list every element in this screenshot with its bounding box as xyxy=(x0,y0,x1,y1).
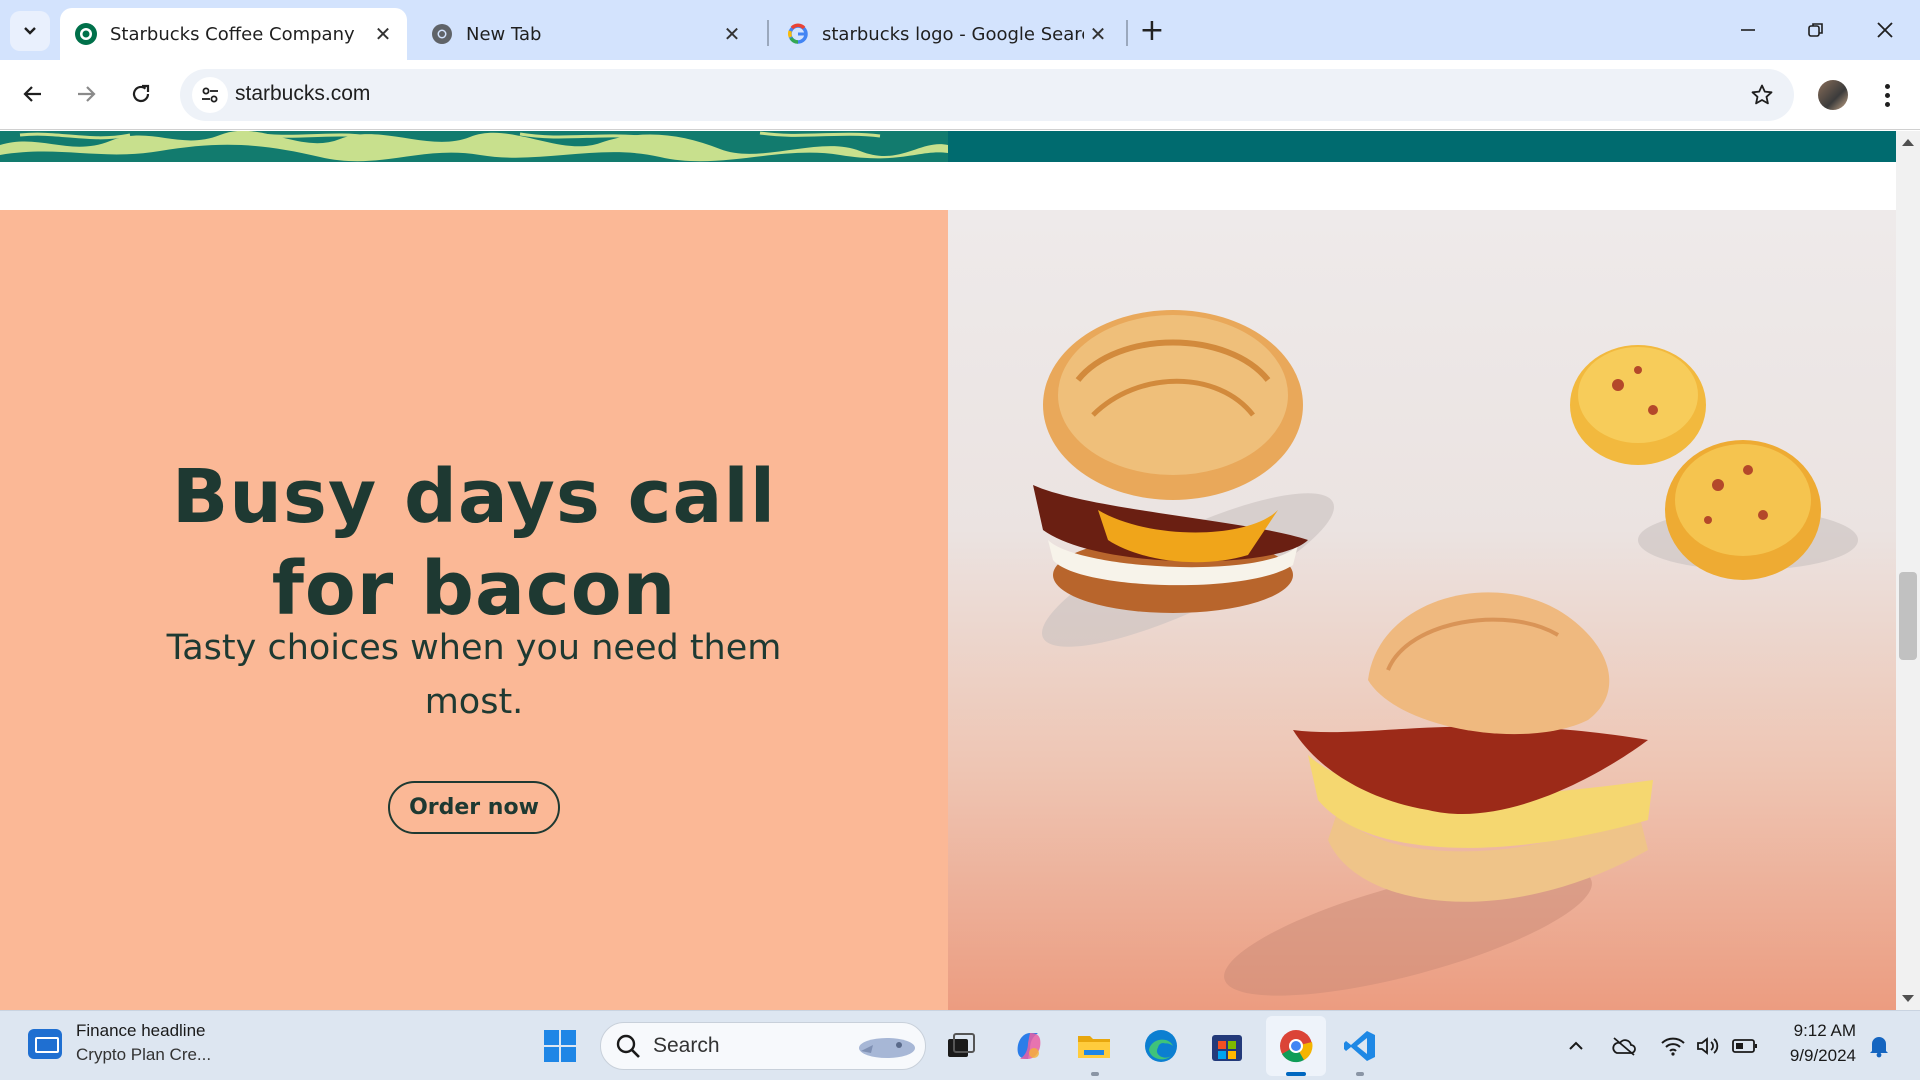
store-button[interactable] xyxy=(1208,1027,1246,1065)
windows-logo-icon xyxy=(544,1030,576,1062)
tab-separator xyxy=(767,20,769,46)
news-headline: Finance headline xyxy=(76,1021,206,1040)
running-indicator xyxy=(1091,1072,1099,1076)
clock-date: 9/9/2024 xyxy=(1789,1046,1856,1065)
taskbar-search-box[interactable]: Search xyxy=(600,1022,926,1070)
news-widget-icon xyxy=(28,1029,62,1059)
notifications-button[interactable] xyxy=(1866,1033,1892,1059)
hero-headline: Busy days call for bacon xyxy=(171,454,777,632)
restore-button[interactable] xyxy=(1796,10,1836,50)
profile-avatar[interactable] xyxy=(1818,80,1848,110)
order-now-button[interactable]: Order now xyxy=(388,781,560,834)
minimize-icon xyxy=(1741,29,1755,31)
scroll-down-arrow-icon[interactable] xyxy=(1902,995,1914,1002)
forward-button[interactable] xyxy=(66,74,106,114)
chevron-up-icon xyxy=(1569,1041,1583,1050)
copilot-icon xyxy=(1017,1033,1041,1059)
banner-pattern xyxy=(0,131,948,162)
breakfast-sandwiches-image xyxy=(1033,310,1858,996)
search-highlight-icon xyxy=(859,1038,915,1058)
google-g-icon xyxy=(786,22,810,46)
close-tab-icon[interactable]: ✕ xyxy=(369,20,397,48)
show-hidden-icons-button[interactable] xyxy=(1563,1033,1589,1059)
news-subheadline: Crypto Plan Cre... xyxy=(76,1045,212,1064)
tab-title: Starbucks Coffee Company xyxy=(110,23,355,45)
task-view-icon xyxy=(948,1033,975,1057)
hero-subtitle: Tasty choices when you need them most. xyxy=(166,628,782,722)
close-tab-icon[interactable]: ✕ xyxy=(1084,20,1112,48)
reload-button[interactable] xyxy=(121,74,161,114)
chrome-icon xyxy=(1280,1030,1313,1063)
search-icon xyxy=(616,1034,640,1058)
vscode-icon xyxy=(1344,1031,1375,1061)
speaker-icon xyxy=(1697,1037,1719,1055)
back-arrow-icon xyxy=(23,86,41,102)
star-icon xyxy=(1751,84,1773,105)
hero-image-panel xyxy=(948,210,1896,1010)
edge-button[interactable] xyxy=(1142,1027,1180,1065)
battery-button[interactable] xyxy=(1732,1033,1758,1059)
task-view-button[interactable] xyxy=(942,1027,980,1065)
forward-arrow-icon xyxy=(78,86,96,102)
scroll-thumb[interactable] xyxy=(1899,572,1917,660)
start-button[interactable] xyxy=(541,1027,579,1065)
tab-title: starbucks logo - Google Search xyxy=(822,23,1084,45)
page-scrollbar[interactable] xyxy=(1896,131,1920,1010)
tab-google-search[interactable]: starbucks logo - Google Search ✕ xyxy=(772,8,1122,60)
close-tab-icon[interactable]: ✕ xyxy=(718,20,746,48)
running-indicator xyxy=(1356,1072,1364,1076)
cloud-offline-icon xyxy=(1612,1037,1636,1056)
chrome-icon xyxy=(430,22,454,46)
page-viewport: Busy days call for bacon Tasty choices w… xyxy=(0,131,1896,1010)
close-window-button[interactable] xyxy=(1865,10,1905,50)
bacon-sandwich-1 xyxy=(1033,310,1308,613)
windows-taskbar: Finance headline Crypto Plan Cre... Sear… xyxy=(0,1010,1920,1080)
starbucks-siren-icon xyxy=(74,22,98,46)
bookmark-button[interactable] xyxy=(1746,79,1778,111)
tab-title: New Tab xyxy=(466,23,542,45)
back-button[interactable] xyxy=(13,74,53,114)
clock-time: 9:12 AM xyxy=(1793,1021,1856,1040)
file-explorer-button[interactable] xyxy=(1075,1027,1113,1065)
bell-icon xyxy=(1870,1037,1888,1058)
folder-icon xyxy=(1078,1036,1110,1058)
reload-icon xyxy=(132,84,150,103)
url-text[interactable]: starbucks.com xyxy=(235,82,370,106)
running-indicator-active xyxy=(1286,1072,1306,1076)
wifi-icon xyxy=(1661,1037,1685,1056)
store-icon xyxy=(1212,1035,1242,1061)
dot-icon xyxy=(1884,101,1890,107)
onedrive-button[interactable] xyxy=(1611,1033,1637,1059)
dot-icon xyxy=(1884,83,1890,89)
egg-bites xyxy=(1570,345,1821,580)
battery-icon xyxy=(1732,1039,1757,1053)
search-placeholder: Search xyxy=(653,1034,720,1057)
browser-menu-button[interactable] xyxy=(1870,78,1904,112)
dot-icon xyxy=(1884,92,1890,98)
minimize-button[interactable] xyxy=(1728,10,1768,50)
chevron-down-icon xyxy=(24,27,36,35)
bacon-sandwich-2 xyxy=(1293,592,1653,902)
vscode-button[interactable] xyxy=(1341,1027,1379,1065)
tab-separator xyxy=(1126,20,1128,46)
chrome-button[interactable] xyxy=(1277,1027,1315,1065)
address-bar[interactable]: starbucks.com xyxy=(180,69,1794,121)
copilot-button[interactable] xyxy=(1010,1027,1048,1065)
wifi-button[interactable] xyxy=(1660,1033,1686,1059)
restore-icon xyxy=(1808,23,1823,37)
site-info-button[interactable] xyxy=(192,77,228,113)
tab-strip: Starbucks Coffee Company ✕ New Tab ✕ sta… xyxy=(0,0,1920,60)
tune-icon xyxy=(202,87,218,103)
tab-starbucks[interactable]: Starbucks Coffee Company ✕ xyxy=(60,8,407,60)
browser-toolbar: starbucks.com xyxy=(0,60,1920,130)
new-tab-button[interactable]: + xyxy=(1136,12,1168,48)
decorative-banner xyxy=(0,131,1896,162)
volume-button[interactable] xyxy=(1695,1033,1721,1059)
tab-new-tab[interactable]: New Tab ✕ xyxy=(416,8,756,60)
tab-search-button[interactable] xyxy=(10,11,50,51)
scroll-up-arrow-icon[interactable] xyxy=(1902,139,1914,146)
edge-icon xyxy=(1145,1030,1177,1062)
close-icon xyxy=(1877,22,1893,38)
